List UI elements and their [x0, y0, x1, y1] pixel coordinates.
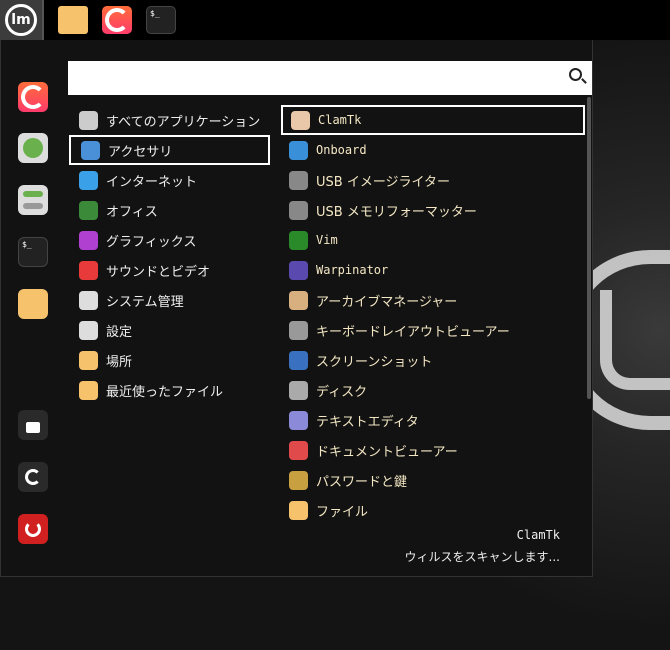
- app-label: ClamTk: [318, 113, 362, 127]
- firefox-icon[interactable]: [18, 82, 48, 112]
- mint-logo-icon: lm: [5, 4, 37, 36]
- app-label: キーボードレイアウトビューアー: [316, 324, 510, 340]
- terminal-launcher-icon[interactable]: $_: [146, 6, 176, 34]
- play-icon: [79, 260, 98, 280]
- toggle-icon: [79, 290, 98, 310]
- search-input[interactable]: [68, 61, 592, 95]
- category-label: 場所: [106, 354, 133, 370]
- app-label: USB イメージライター: [316, 174, 451, 190]
- cloud-icon: [79, 170, 98, 190]
- app-item[interactable]: スクリーンショット: [281, 345, 585, 375]
- system-settings-icon[interactable]: [18, 185, 48, 215]
- app-label: アーカイブマネージャー: [316, 294, 458, 310]
- category-label: システム管理: [106, 294, 184, 310]
- app-item[interactable]: Warpinator: [281, 255, 585, 285]
- category-item[interactable]: すべてのアプリケーション: [69, 105, 270, 135]
- search-icon: [569, 68, 582, 81]
- app-item[interactable]: ディスク: [281, 375, 585, 405]
- archive-icon: [289, 290, 308, 310]
- category-label: オフィス: [106, 204, 158, 220]
- category-label: グラフィックス: [106, 234, 197, 250]
- wallpaper-mint-logo-inner: [600, 290, 670, 390]
- app-item[interactable]: Onboard: [281, 135, 585, 165]
- app-label: Vim: [316, 233, 338, 247]
- firefox-launcher-icon[interactable]: [102, 6, 132, 34]
- document-viewer-icon: [289, 440, 308, 460]
- graphics-icon: [79, 230, 98, 250]
- app-item[interactable]: キーボードレイアウトビューアー: [281, 315, 585, 345]
- warpinator-icon: [289, 260, 308, 280]
- taskbar: lm $_: [0, 0, 670, 40]
- settings-icon: [79, 320, 98, 340]
- app-item[interactable]: Vim: [281, 225, 585, 255]
- app-label: Onboard: [316, 143, 367, 157]
- category-item[interactable]: 最近使ったファイル: [69, 375, 270, 405]
- text-editor-icon: [289, 410, 308, 430]
- scissors-icon: [81, 140, 100, 160]
- app-item[interactable]: ファイル: [281, 495, 585, 525]
- category-item[interactable]: グラフィックス: [69, 225, 270, 255]
- category-item[interactable]: 設定: [69, 315, 270, 345]
- logout-icon[interactable]: [18, 462, 48, 492]
- folder-icon: [79, 350, 98, 370]
- usb-icon: [289, 200, 308, 220]
- onboard-icon: [289, 140, 308, 160]
- app-label: パスワードと鍵: [316, 474, 408, 490]
- app-label: Warpinator: [316, 263, 389, 277]
- category-label: 設定: [106, 324, 133, 340]
- category-item[interactable]: オフィス: [69, 195, 270, 225]
- app-label: テキストエディタ: [316, 414, 419, 430]
- app-label: USB メモリフォーマッター: [316, 204, 477, 220]
- category-item[interactable]: 場所: [69, 345, 270, 375]
- app-item[interactable]: ClamTk: [281, 105, 585, 135]
- key-icon: [289, 470, 308, 490]
- recent-folder-icon: [79, 380, 98, 400]
- app-item[interactable]: アーカイブマネージャー: [281, 285, 585, 315]
- category-label: インターネット: [106, 174, 198, 190]
- app-description-title: ClamTk: [516, 528, 560, 542]
- disk-icon: [289, 380, 308, 400]
- app-label: ディスク: [316, 384, 368, 400]
- app-item[interactable]: テキストエディタ: [281, 405, 585, 435]
- software-manager-icon[interactable]: [18, 133, 48, 163]
- app-label: スクリーンショット: [316, 354, 433, 370]
- app-list-scrollbar[interactable]: [587, 97, 591, 399]
- office-icon: [79, 200, 98, 220]
- category-label: すべてのアプリケーション: [106, 114, 261, 130]
- category-label: サウンドとビデオ: [106, 264, 211, 280]
- category-item[interactable]: アクセサリ: [69, 135, 270, 165]
- terminal-icon[interactable]: $_: [18, 237, 48, 267]
- category-item[interactable]: システム管理: [69, 285, 270, 315]
- camera-icon: [289, 350, 308, 370]
- shutdown-icon[interactable]: [18, 514, 48, 544]
- category-label: 最近使ったファイル: [106, 384, 224, 400]
- category-item[interactable]: サウンドとビデオ: [69, 255, 270, 285]
- category-item[interactable]: インターネット: [69, 165, 270, 195]
- grid-icon: [79, 110, 98, 130]
- app-item[interactable]: ドキュメントビューアー: [281, 435, 585, 465]
- folder-icon: [289, 500, 308, 520]
- app-label: ドキュメントビューアー: [316, 444, 458, 460]
- vim-icon: [289, 230, 308, 250]
- app-item[interactable]: パスワードと鍵: [281, 465, 585, 495]
- app-label: ファイル: [316, 504, 369, 520]
- app-item[interactable]: USB イメージライター: [281, 165, 585, 195]
- files-launcher-icon[interactable]: [58, 6, 88, 34]
- usb-icon: [289, 170, 308, 190]
- files-icon[interactable]: [18, 289, 48, 319]
- menu-button[interactable]: lm: [0, 0, 44, 40]
- app-item[interactable]: USB メモリフォーマッター: [281, 195, 585, 225]
- application-menu: $_ すべてのアプリケーション アクセサリインターネット オフィスグラフィックス サウ…: [0, 40, 593, 577]
- clamtk-icon: [291, 110, 310, 130]
- category-label: アクセサリ: [108, 144, 173, 160]
- keyboard-icon: [289, 320, 308, 340]
- lock-screen-icon[interactable]: [18, 410, 48, 440]
- app-description-text: ウィルスをスキャンします...: [404, 550, 560, 564]
